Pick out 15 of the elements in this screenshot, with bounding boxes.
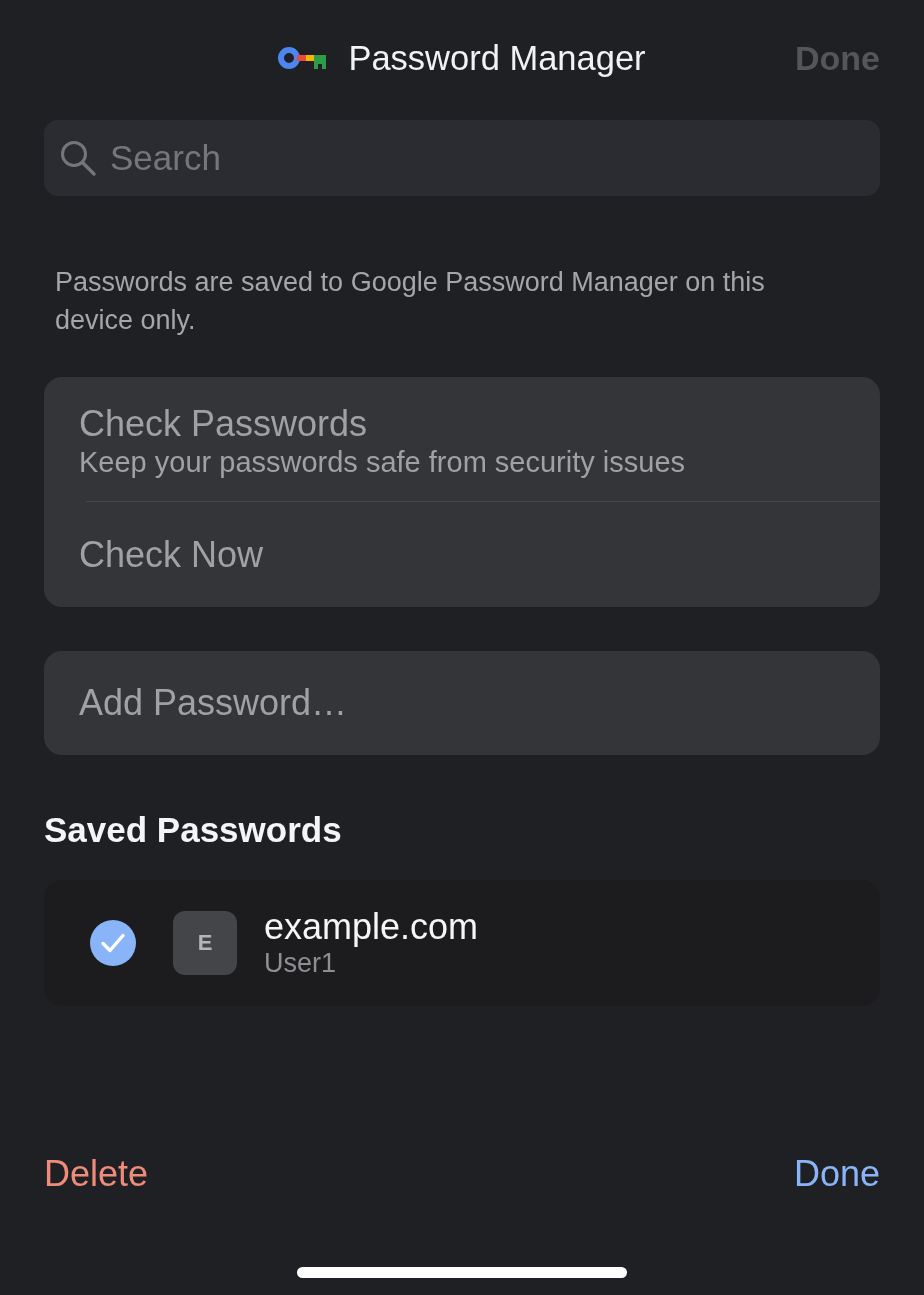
- search-field[interactable]: Search: [44, 120, 880, 196]
- page-title: Password Manager: [348, 38, 646, 78]
- checked-circle-icon[interactable]: [90, 920, 136, 966]
- search-icon: [60, 140, 96, 176]
- check-passwords-title: Check Passwords: [79, 404, 369, 444]
- info-text: Passwords are saved to Google Password Manager on this device only.: [55, 266, 766, 337]
- section-heading: Saved Passwords: [44, 810, 343, 850]
- check-passwords-subtitle: Keep your passwords safe from security issues: [79, 445, 687, 479]
- delete-button[interactable]: Delete: [44, 1153, 149, 1195]
- done-button[interactable]: Done: [793, 1153, 880, 1195]
- site-name: example.com: [264, 907, 479, 947]
- site-initial-icon: E: [173, 911, 237, 975]
- username: User1: [264, 947, 338, 979]
- key-icon: [278, 45, 327, 71]
- password-entry-row[interactable]: E example.com User1: [44, 880, 880, 1006]
